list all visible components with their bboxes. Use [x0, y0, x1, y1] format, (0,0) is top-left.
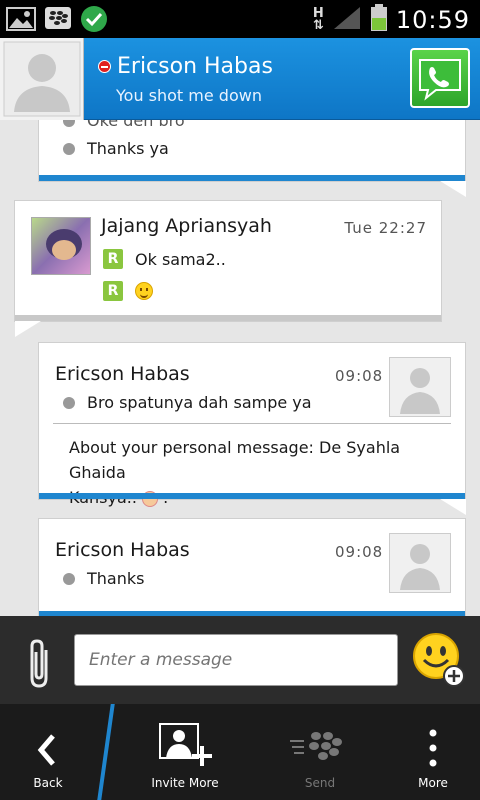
bubble-accent	[39, 493, 465, 499]
invite-more-label: Invite More	[151, 776, 219, 790]
busy-status-icon	[98, 60, 111, 73]
contact-avatar[interactable]	[0, 38, 84, 120]
send-button[interactable]: Send	[270, 704, 370, 800]
action-bar-divider	[97, 704, 115, 800]
message-list[interactable]: Oke deh bro Thanks ya Jajang Apriansyah …	[0, 120, 480, 616]
contact-status-message: You shot me down	[116, 86, 262, 105]
attach-paperclip-icon[interactable]	[24, 638, 56, 694]
bubble-tail	[440, 499, 466, 515]
back-button[interactable]: Back	[0, 704, 96, 800]
sender-name: Ericson Habas	[55, 539, 190, 561]
gallery-icon	[6, 6, 36, 36]
bubble-accent	[39, 175, 465, 181]
sender-name: Ericson Habas	[55, 363, 190, 385]
message-line: R Ok sama2..	[103, 249, 226, 269]
smiley-emoticon-icon	[135, 282, 153, 300]
network-type: H ⇅	[312, 6, 324, 33]
message-composer	[0, 616, 480, 704]
message-bubble-incoming[interactable]: Ericson Habas 09:08 Bro spatunya dah sam…	[38, 342, 466, 515]
message-bubble-incoming[interactable]: Ericson Habas 09:08 Thanks	[38, 518, 466, 616]
invite-contact-icon	[159, 723, 212, 766]
bubble-accent	[15, 315, 441, 321]
message-line: Thanks	[63, 569, 144, 588]
action-bar: Back Invite More Send More	[0, 704, 480, 800]
back-arrow-icon	[37, 734, 55, 766]
check-icon	[80, 5, 108, 37]
bbm-icon	[44, 6, 72, 36]
message-time: 09:08	[335, 367, 384, 385]
battery-icon	[370, 4, 388, 36]
read-icon: R	[103, 281, 123, 301]
call-button[interactable]	[410, 48, 470, 108]
status-bar: H ⇅ 10:59	[0, 0, 480, 38]
message-line: Bro spatunya dah sampe ya	[63, 393, 312, 412]
message-line: Oke deh bro	[63, 120, 185, 130]
bubble-tail	[440, 181, 466, 197]
signal-icon	[332, 5, 362, 35]
message-bubble-incoming[interactable]: Oke deh bro Thanks ya	[38, 120, 466, 197]
more-vertical-icon	[429, 729, 437, 767]
send-label: Send	[304, 776, 336, 790]
sender-name: Jajang Apriansyah	[101, 215, 272, 237]
message-line: R	[103, 281, 153, 301]
message-divider	[53, 423, 451, 424]
phone-icon	[419, 59, 461, 101]
sender-avatar	[31, 217, 91, 275]
back-label: Back	[33, 776, 63, 790]
message-time: Tue 22:27	[344, 219, 427, 237]
read-icon: R	[103, 249, 123, 269]
sender-avatar	[389, 357, 451, 417]
message-bubble-outgoing[interactable]: Jajang Apriansyah Tue 22:27 R Ok sama2.. …	[14, 200, 442, 337]
invite-more-button[interactable]: Invite More	[130, 704, 240, 800]
bubble-tail	[15, 321, 41, 337]
message-line: Thanks ya	[63, 139, 169, 158]
more-menu-button[interactable]: More	[400, 704, 466, 800]
chat-header[interactable]: Ericson Habas You shot me down	[0, 38, 480, 120]
message-time: 09:08	[335, 543, 384, 561]
more-label: More	[418, 776, 448, 790]
emoticon-picker-icon[interactable]	[412, 632, 466, 688]
contact-name: Ericson Habas	[117, 54, 273, 79]
bbm-send-icon	[290, 732, 342, 760]
clock: 10:59	[395, 6, 470, 34]
message-input[interactable]	[74, 634, 398, 686]
sender-avatar	[389, 533, 451, 593]
